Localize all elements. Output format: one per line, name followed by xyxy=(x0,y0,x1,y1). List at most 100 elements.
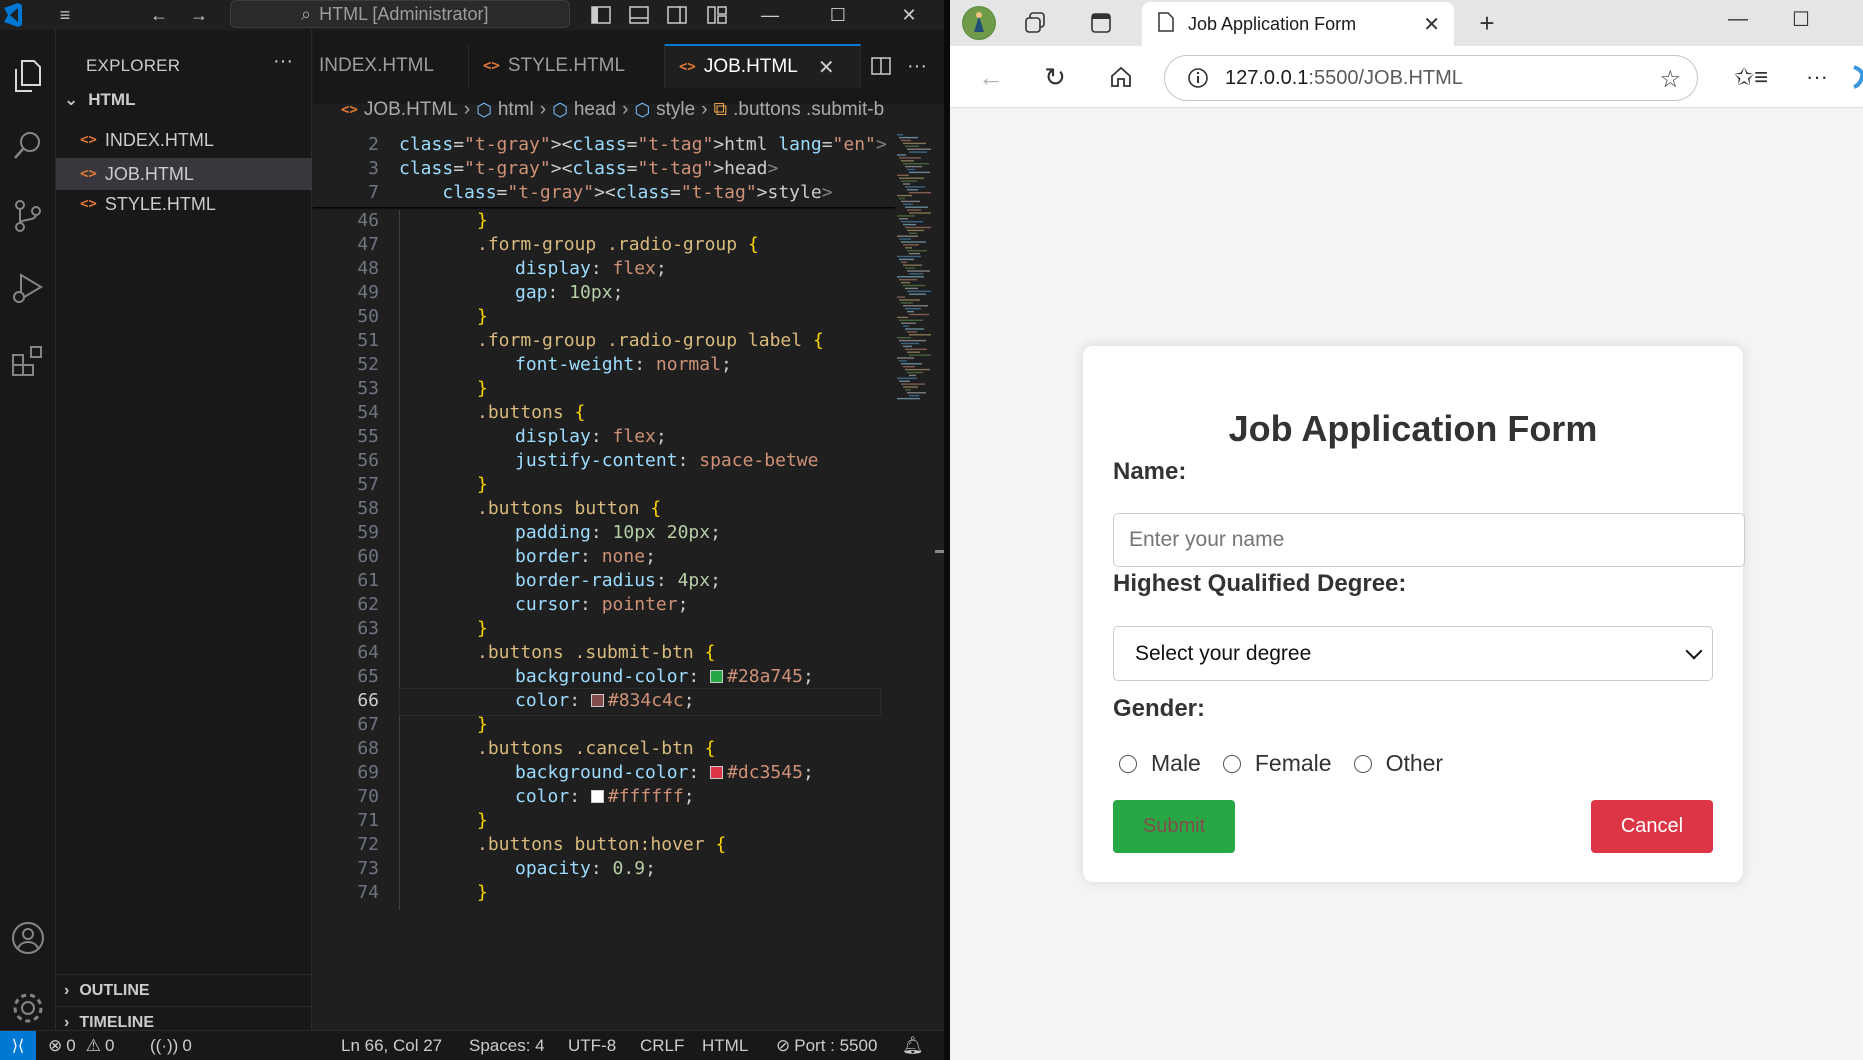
code-line[interactable]: gap: 10px; xyxy=(515,282,623,303)
name-input[interactable]: Enter your name xyxy=(1113,513,1745,567)
breadcrumb-item[interactable]: html xyxy=(498,99,534,121)
code-line[interactable]: background-color: #dc3545; xyxy=(515,762,814,783)
encoding[interactable]: UTF-8 xyxy=(568,1031,616,1060)
run-debug-icon[interactable] xyxy=(0,260,56,316)
code-line[interactable]: } xyxy=(477,306,488,327)
code-line[interactable]: font-weight: normal; xyxy=(515,354,732,375)
radio-male[interactable] xyxy=(1119,754,1137,773)
code-line[interactable]: } xyxy=(477,714,488,735)
file-item-job[interactable]: <> JOB.HTML xyxy=(56,158,312,190)
menu-icon[interactable]: ≡ xyxy=(52,4,78,26)
tab-style-html[interactable]: <> STYLE.HTML xyxy=(469,44,665,88)
code-line[interactable]: color: #ffffff; xyxy=(515,786,695,807)
remote-indicator-icon[interactable]: ⟩⟨ xyxy=(0,1031,36,1060)
code-line[interactable]: border: none; xyxy=(515,546,656,567)
site-info-icon[interactable] xyxy=(1187,67,1209,95)
address-bar[interactable]: 127.0.0.1:5500/JOB.HTML ☆ xyxy=(1164,55,1698,101)
refresh-icon[interactable]: ↻ xyxy=(1038,62,1072,92)
code-line[interactable]: .form-group .radio-group { xyxy=(477,234,759,255)
extensions-icon[interactable] xyxy=(0,332,56,388)
copilot-icon[interactable] xyxy=(1850,62,1863,92)
code-line[interactable]: } xyxy=(477,210,488,231)
customize-layout-icon[interactable] xyxy=(704,4,730,26)
code-line[interactable]: background-color: #28a745; xyxy=(515,666,814,687)
split-editor-icon[interactable] xyxy=(871,44,891,88)
breadcrumb-item[interactable]: head xyxy=(574,99,616,121)
profile-avatar[interactable] xyxy=(962,6,996,40)
radio-label-other[interactable]: Other xyxy=(1386,750,1444,777)
favorite-star-icon[interactable]: ☆ xyxy=(1659,65,1681,94)
breadcrumb-item[interactable]: style xyxy=(656,99,695,121)
code-line[interactable]: cursor: pointer; xyxy=(515,594,688,615)
language-mode[interactable]: HTML xyxy=(702,1031,748,1060)
code-line[interactable]: } xyxy=(477,474,488,495)
editor-more-icon[interactable]: ··· xyxy=(907,44,927,88)
radio-other[interactable] xyxy=(1353,754,1372,773)
toggle-panel-icon[interactable] xyxy=(626,4,652,26)
tab-job-html[interactable]: <> JOB.HTML ✕ xyxy=(665,44,861,88)
code-line[interactable]: } xyxy=(477,810,488,831)
browser-tab-active[interactable]: Job Application Form ✕ xyxy=(1142,2,1454,46)
folder-html[interactable]: ⌄ HTML xyxy=(64,90,135,110)
close-tab-icon[interactable]: ✕ xyxy=(1423,12,1440,37)
code-line[interactable]: justify-content: space-betwe xyxy=(515,450,818,471)
minimap[interactable] xyxy=(895,130,935,410)
live-server-port[interactable]: ⊘ Port : 5500 xyxy=(776,1031,877,1060)
accounts-icon[interactable] xyxy=(0,910,56,966)
minimize-icon[interactable]: — xyxy=(1723,4,1753,34)
end-of-line[interactable]: CRLF xyxy=(640,1031,684,1060)
workspaces-icon[interactable] xyxy=(1020,8,1050,38)
maximize-icon[interactable]: ☐ xyxy=(813,0,863,30)
code-line[interactable]: .buttons .cancel-btn { xyxy=(477,738,715,759)
outline-section[interactable]: › OUTLINE xyxy=(56,974,312,1006)
sticky-code-line[interactable]: class="t-gray"><class="t-tag">html lang=… xyxy=(399,134,887,155)
source-control-icon[interactable] xyxy=(0,188,56,244)
radio-label-female[interactable]: Female xyxy=(1255,750,1332,777)
search-icon[interactable] xyxy=(0,118,56,174)
toggle-secondary-sidebar-icon[interactable] xyxy=(664,4,690,26)
back-arrow-icon[interactable]: ← xyxy=(974,62,1008,92)
code-line[interactable]: .buttons { xyxy=(477,402,585,423)
home-icon[interactable] xyxy=(1104,62,1138,92)
code-line[interactable]: display: flex; xyxy=(515,426,667,447)
minimize-icon[interactable]: — xyxy=(745,0,795,30)
cursor-position[interactable]: Ln 66, Col 27 xyxy=(341,1031,442,1060)
radio-female[interactable] xyxy=(1222,754,1241,773)
code-line[interactable]: border-radius: 4px; xyxy=(515,570,721,591)
code-line[interactable]: .form-group .radio-group label { xyxy=(477,330,824,351)
forward-arrow-icon[interactable]: → xyxy=(186,4,212,26)
command-center-search[interactable]: ⌕ HTML [Administrator] xyxy=(230,0,570,28)
maximize-icon[interactable]: ☐ xyxy=(1786,4,1816,34)
code-line[interactable]: } xyxy=(477,882,488,903)
degree-select[interactable]: Select your degree xyxy=(1113,626,1713,681)
indentation[interactable]: Spaces: 4 xyxy=(469,1031,545,1060)
file-item-index[interactable]: <> INDEX.HTML xyxy=(56,124,312,156)
cancel-button[interactable]: Cancel xyxy=(1591,800,1713,853)
radio-label-male[interactable]: Male xyxy=(1151,750,1201,777)
code-line[interactable]: display: flex; xyxy=(515,258,667,279)
editor-scrollbar[interactable] xyxy=(935,130,944,1030)
sticky-code-line[interactable]: class="t-gray"><class="t-tag">style> xyxy=(399,182,832,203)
settings-more-icon[interactable]: ··· xyxy=(1800,62,1834,92)
settings-gear-icon[interactable] xyxy=(0,980,56,1036)
back-arrow-icon[interactable]: ← xyxy=(146,4,172,26)
breadcrumb-item[interactable]: JOB.HTML xyxy=(364,99,458,121)
code-line[interactable]: padding: 10px 20px; xyxy=(515,522,721,543)
new-tab-icon[interactable]: + xyxy=(1472,8,1502,38)
toggle-sidebar-icon[interactable] xyxy=(588,4,614,26)
code-line[interactable]: .buttons button { xyxy=(477,498,661,519)
breadcrumb-item[interactable]: .buttons .submit-b xyxy=(733,99,884,121)
code-line[interactable]: } xyxy=(477,378,488,399)
favorites-icon[interactable]: ✩≡ xyxy=(1734,62,1768,92)
submit-button[interactable]: Submit xyxy=(1113,800,1235,853)
ports-indicator[interactable]: ((·)) 0 xyxy=(150,1031,192,1060)
close-window-icon[interactable]: ✕ xyxy=(884,0,934,30)
code-line[interactable]: .buttons .submit-btn { xyxy=(477,642,715,663)
close-tab-icon[interactable]: ✕ xyxy=(818,55,835,80)
code-line[interactable]: } xyxy=(477,618,488,639)
code-line[interactable]: color: #834c4c; xyxy=(515,690,695,711)
code-editor[interactable]: 2 class="t-gray"><class="t-tag">html lang… xyxy=(313,130,895,1030)
notifications-bell-icon[interactable]: 🔔︎ xyxy=(902,1031,924,1060)
tab-index-html[interactable]: INDEX.HTML xyxy=(313,44,469,88)
file-item-style[interactable]: <> STYLE.HTML xyxy=(56,188,312,220)
